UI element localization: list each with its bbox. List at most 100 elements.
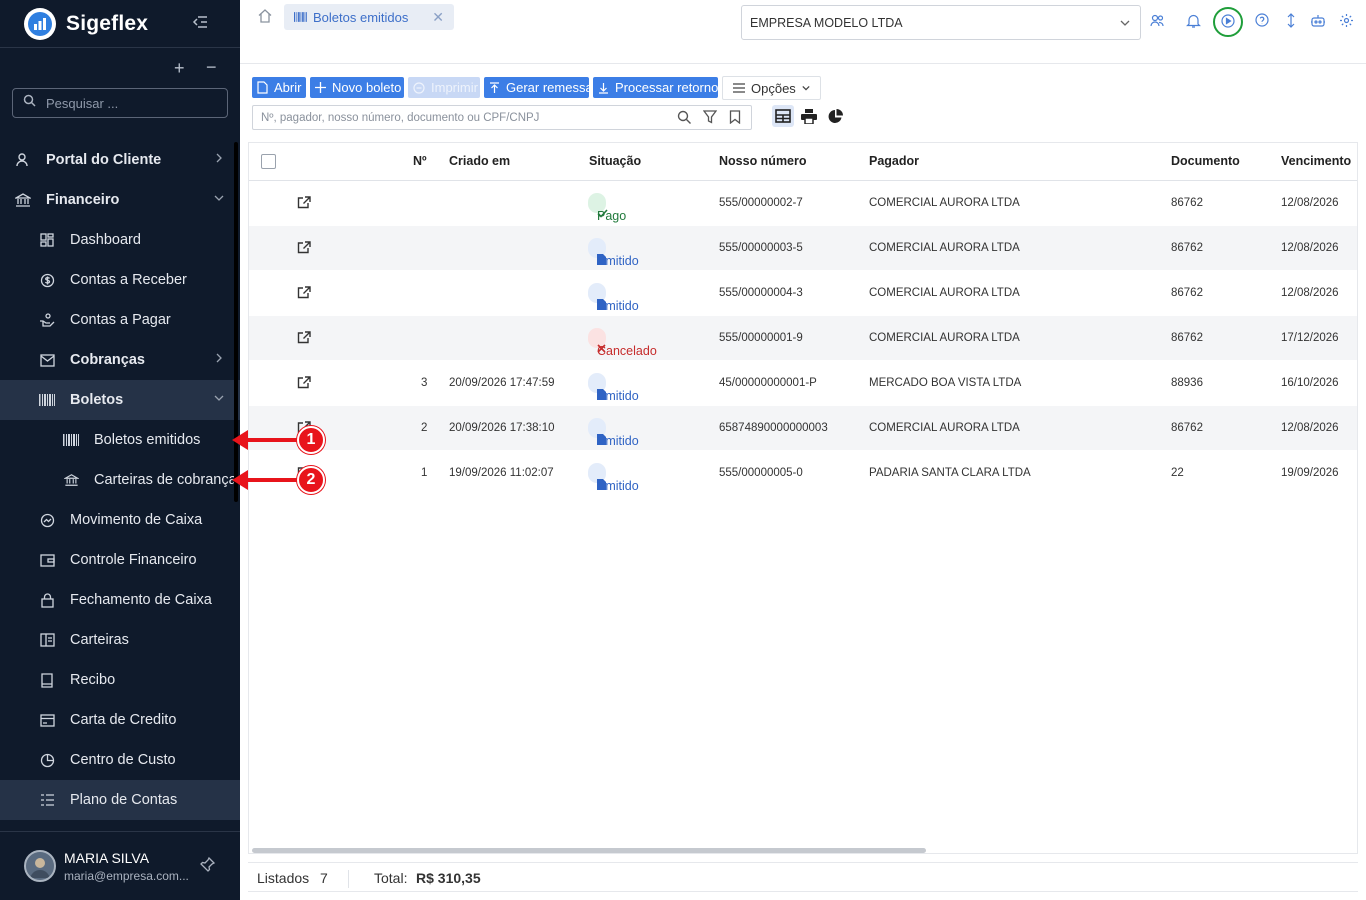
sidebar-item-boletos[interactable]: Boletos (0, 380, 240, 420)
table-row[interactable]: Emitido 555/00000004-3 COMERCIAL AURORA … (249, 271, 1357, 316)
sidebar-item-movimento-de-caixa[interactable]: Movimento de Caixa (0, 500, 240, 540)
grid-footer: Listados 7 Total: R$ 310,35 (248, 862, 1358, 892)
sidebar-item-centro-de-custo[interactable]: Centro de Custo (0, 740, 240, 780)
sidebar-item-boletos-emitidos[interactable]: Boletos emitidos (0, 420, 240, 460)
user-icon (14, 151, 32, 169)
grid-horizontal-scrollbar[interactable] (252, 848, 926, 853)
header-num[interactable]: Nº (413, 154, 427, 168)
open-external-icon[interactable] (297, 196, 311, 212)
annotation-1: 1 (232, 426, 332, 454)
options-menu-button[interactable]: Opções (722, 76, 821, 100)
chevron-down-icon (802, 84, 810, 92)
print-button[interactable]: Imprimir (408, 77, 480, 98)
table-row[interactable]: Pago 555/00000002-7 COMERCIAL AURORA LTD… (249, 181, 1357, 226)
tab-boletos-emitidos[interactable]: Boletos emitidos ✕ (284, 4, 454, 30)
table-view-icon[interactable] (772, 105, 794, 127)
cell-document: 86762 (1171, 332, 1203, 344)
status-badge: Emitido (588, 238, 639, 268)
chevron-down-icon (1120, 20, 1130, 26)
filter-icon[interactable] (702, 110, 718, 129)
sidebar-item-carteiras-de-cobranca[interactable]: Carteiras de cobrança (0, 460, 240, 500)
gear-icon[interactable] (1339, 13, 1355, 29)
open-external-icon[interactable] (297, 241, 311, 257)
cell-due-date: 12/08/2026 (1281, 197, 1339, 209)
status-badge: Cancelado (588, 328, 657, 358)
expand-all-icon[interactable]: + (174, 58, 185, 79)
play-circle-icon[interactable] (1221, 14, 1237, 30)
status-badge: Emitido (588, 463, 639, 493)
sidebar-search[interactable] (12, 88, 228, 118)
sidebar-item-label: Centro de Custo (70, 752, 176, 768)
select-all-checkbox[interactable] (261, 154, 276, 169)
bookmark-icon[interactable] (729, 110, 741, 129)
total-label: Total: (374, 870, 408, 886)
sidebar-search-input[interactable] (46, 95, 206, 111)
sidebar-item-contas-a-receber[interactable]: Contas a Receber (0, 260, 240, 300)
close-icon[interactable]: ✕ (432, 9, 444, 26)
resize-vertical-icon[interactable] (1286, 13, 1302, 29)
header-due-date[interactable]: Vencimento (1281, 154, 1351, 168)
users-icon[interactable] (1150, 13, 1166, 29)
cell-document: 86762 (1171, 422, 1203, 434)
sidebar-item-label: Fechamento de Caixa (70, 592, 212, 608)
grid-search-input[interactable] (261, 111, 661, 124)
status-label: Emitido (597, 479, 639, 493)
cell-num: 3 (421, 377, 428, 389)
collapse-menu-icon[interactable] (192, 13, 212, 33)
generate-remessa-button[interactable]: Gerar remessa (484, 77, 593, 98)
company-select[interactable]: EMPRESA MODELO LTDA (741, 5, 1141, 40)
sidebar-item-contas-a-pagar[interactable]: Contas a Pagar (0, 300, 240, 340)
search-icon[interactable] (677, 110, 691, 129)
toolbar: Abrir Novo boleto Imprimir Gerar remessa… (252, 76, 821, 100)
table-row[interactable]: 1 19/09/2026 11:02:07 Emitido 555/000000… (249, 451, 1357, 496)
generate-remessa-label: Gerar remessa (506, 80, 593, 95)
header-created[interactable]: Criado em (449, 154, 510, 168)
table-row[interactable]: 2 20/09/2026 17:38:10 Emitido 6587489000… (249, 406, 1357, 451)
grid-search[interactable] (252, 105, 752, 130)
sidebar-item-label: Carteiras (70, 632, 129, 648)
help-icon[interactable] (1255, 13, 1271, 29)
cell-num: 2 (421, 422, 428, 434)
cell-nosso-numero: 555/00000003-5 (719, 242, 803, 254)
header-nosso-numero[interactable]: Nosso número (719, 154, 807, 168)
process-retorno-button[interactable]: Processar retorno (593, 77, 718, 98)
sidebar-item-fechamento-de-caixa[interactable]: Fechamento de Caixa (0, 580, 240, 620)
new-boleto-button[interactable]: Novo boleto (310, 77, 404, 98)
sidebar-item-plano-de-contas[interactable]: Plano de Contas (0, 780, 240, 820)
table-row[interactable]: Emitido 555/00000003-5 COMERCIAL AURORA … (249, 226, 1357, 271)
bell-icon[interactable] (1186, 13, 1202, 29)
bank-icon (62, 471, 80, 489)
sidebar-item-label: Contas a Pagar (70, 312, 171, 328)
sidebar-item-cobrancas[interactable]: Cobranças (0, 340, 240, 380)
sidebar-item-dashboard[interactable]: Dashboard (0, 220, 240, 260)
table-row[interactable]: 3 20/09/2026 17:47:59 Emitido 45/0000000… (249, 361, 1357, 406)
sidebar-item-carta-de-credito[interactable]: Carta de Credito (0, 700, 240, 740)
open-button[interactable]: Abrir (252, 77, 306, 98)
pin-icon[interactable] (200, 856, 216, 877)
printer-icon[interactable] (798, 105, 820, 127)
mail-icon (38, 351, 56, 369)
robot-icon[interactable] (1310, 13, 1326, 29)
open-external-icon[interactable] (297, 286, 311, 302)
sidebar-item-recibo[interactable]: Recibo (0, 660, 240, 700)
sidebar-item-carteiras[interactable]: Carteiras (0, 620, 240, 660)
chevron-right-icon (216, 153, 222, 163)
open-external-icon[interactable] (297, 331, 311, 347)
chart-pie-icon[interactable] (824, 105, 846, 127)
home-icon[interactable] (258, 9, 272, 28)
header-payer[interactable]: Pagador (869, 154, 919, 168)
view-toggle (772, 105, 846, 127)
app-title: Sigeflex (66, 11, 149, 35)
sidebar-item-controle-financeiro[interactable]: Controle Financeiro (0, 540, 240, 580)
listed-count: 7 (320, 870, 328, 886)
sidebar-item-financeiro[interactable]: Financeiro (0, 180, 240, 220)
header-document[interactable]: Documento (1171, 154, 1240, 168)
collapse-all-icon[interactable]: − (206, 57, 217, 78)
cell-payer: PADARIA SANTA CLARA LTDA (869, 467, 1031, 479)
sidebar-item-portal-do-cliente[interactable]: Portal do Cliente (0, 140, 240, 180)
annotation-line (246, 438, 300, 442)
open-external-icon[interactable] (297, 376, 311, 392)
header-status[interactable]: Situação (589, 154, 641, 168)
avatar[interactable] (24, 850, 56, 882)
table-row[interactable]: Cancelado 555/00000001-9 COMERCIAL AUROR… (249, 316, 1357, 361)
